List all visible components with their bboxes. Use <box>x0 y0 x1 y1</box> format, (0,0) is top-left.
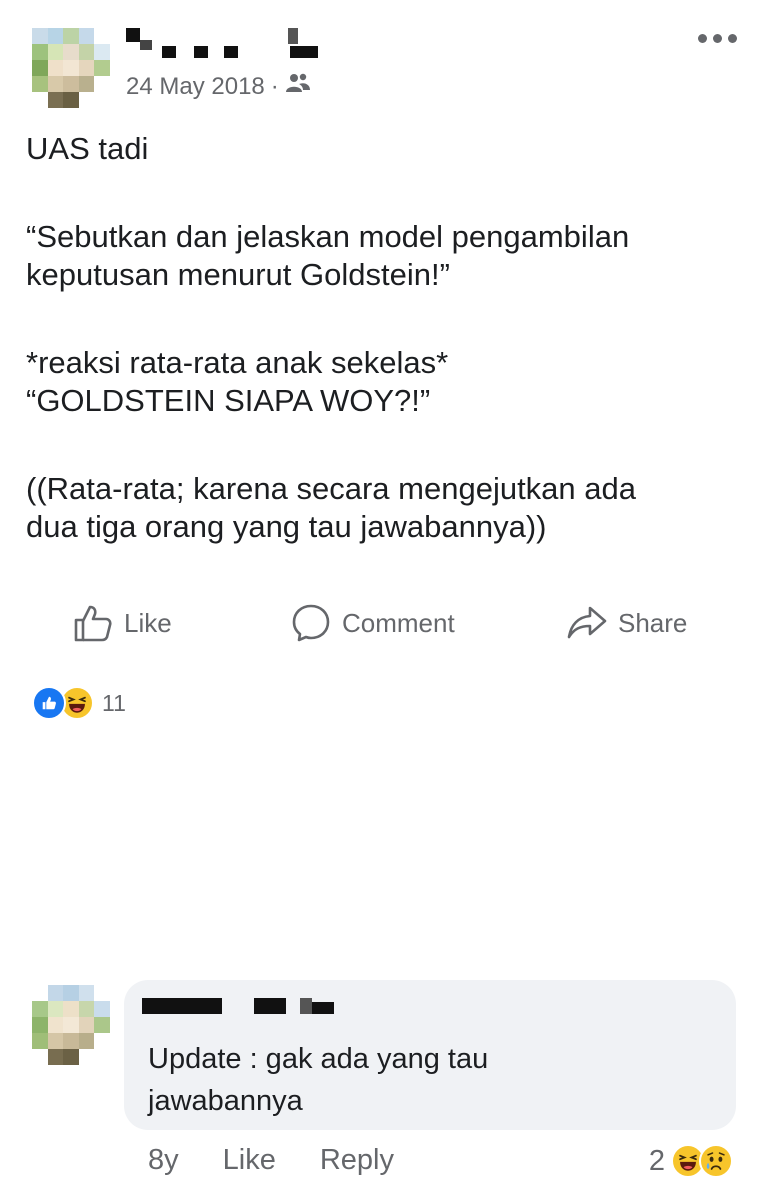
share-label: Share <box>618 607 688 638</box>
reaction-count: 11 <box>102 689 126 716</box>
like-button[interactable]: Like <box>72 602 172 644</box>
commenter-avatar[interactable] <box>32 985 110 1065</box>
comment-label: Comment <box>342 607 455 638</box>
comment-bubble[interactable]: Update : gak ada yang tau jawabannya <box>124 980 736 1130</box>
post-action-bar: Like Comment Share <box>0 598 761 654</box>
post-line: ((Rata-rata; karena secara mengejutkan a… <box>26 471 636 506</box>
post-line: keputusan menurut Goldstein!” <box>26 257 450 292</box>
author-avatar[interactable] <box>32 28 110 108</box>
post-meta: 24 May 2018 · <box>126 72 311 101</box>
comment-reaction-count: 2 <box>648 1144 665 1177</box>
comment-line: Update : gak ada yang tau <box>148 1043 489 1075</box>
comment-line: jawabannya <box>148 1085 303 1117</box>
post-line: *reaksi rata-rata anak sekelas* <box>26 345 449 380</box>
comment-reaction-summary[interactable]: 2 <box>649 1144 733 1178</box>
post-line: dua tiga orang yang tau jawabannya)) <box>26 509 547 544</box>
more-options-icon[interactable] <box>698 34 737 43</box>
thumbs-up-icon <box>74 605 112 642</box>
sad-reaction-icon <box>699 1144 733 1178</box>
post-line: “GOLDSTEIN SIAPA WOY?!” <box>26 383 431 418</box>
like-label: Like <box>124 607 172 638</box>
comment-reply-button[interactable]: Reply <box>320 1144 394 1177</box>
post-date[interactable]: 24 May 2018 <box>126 73 265 101</box>
comment-bubble-icon <box>292 604 330 642</box>
comment-button[interactable]: Comment <box>290 602 455 644</box>
meta-separator: · <box>270 72 279 100</box>
comment-age[interactable]: 8y <box>148 1144 179 1177</box>
post-line: UAS tadi <box>26 131 149 166</box>
reaction-summary[interactable]: 11 <box>32 686 126 720</box>
friends-icon[interactable] <box>285 72 311 101</box>
like-reaction-icon <box>32 686 66 720</box>
share-arrow-icon <box>567 606 607 639</box>
comment-text: Update : gak ada yang tau jawabannya <box>148 1038 708 1122</box>
post-line: “Sebutkan dan jelaskan model pengambilan <box>26 219 630 254</box>
comment-like-button[interactable]: Like <box>223 1144 276 1177</box>
share-button[interactable]: Share <box>566 602 687 644</box>
post-text: UAS tadi “Sebutkan dan jelaskan model pe… <box>26 130 726 546</box>
comment-footer: 8y Like Reply <box>148 1144 394 1177</box>
